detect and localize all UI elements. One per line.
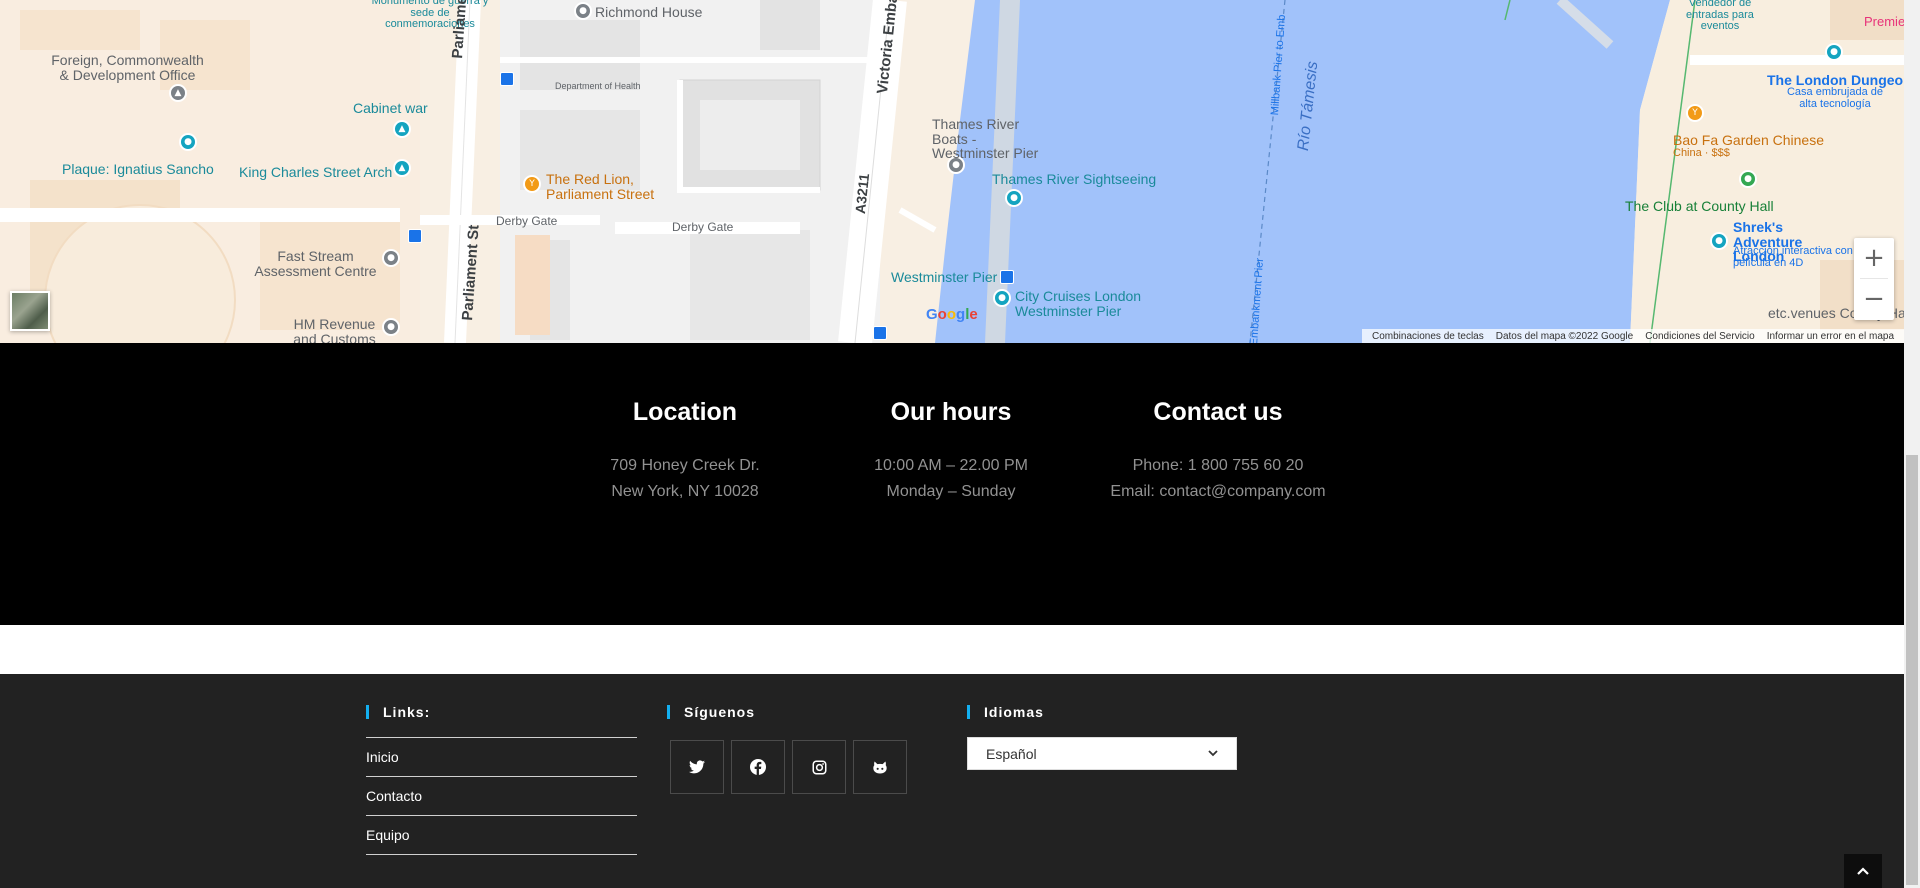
facebook-button[interactable]	[731, 740, 785, 794]
satellite-toggle-button[interactable]	[10, 291, 50, 331]
map-label-thames-sightseeing: Thames River Sightseeing	[992, 171, 1157, 187]
contact-phone[interactable]: Phone: 1 800 755 60 20	[1088, 453, 1348, 479]
map-attribution: Combinaciones de teclas Datos del mapa ©…	[1362, 329, 1904, 343]
map-label-derby-gate-1: Derby Gate	[496, 214, 558, 228]
contact-email[interactable]: Email: contact@company.com	[1088, 479, 1348, 505]
map-label-monument: Monumento de guerra y sede de conmemorac…	[371, 0, 489, 31]
foreign-office-pin[interactable]: ▲	[169, 84, 187, 102]
language-selected-value: Español	[986, 745, 1037, 762]
map-label-fast-stream: Fast Stream Assessment Centre	[254, 248, 377, 279]
contact-column: Contact us Phone: 1 800 755 60 20 Email:…	[1088, 398, 1348, 505]
shrek-pin[interactable]: ●	[1710, 232, 1728, 250]
footer-link-contacto[interactable]: Contacto	[366, 777, 637, 815]
map-label-king-charles: King Charles Street Arch	[239, 164, 393, 180]
location-title: Location	[632, 398, 738, 426]
map-label-plaque: Plaque: Ignatius Sancho	[62, 161, 214, 177]
github-icon	[873, 761, 887, 773]
bao-fa-pin[interactable]: Y	[1686, 104, 1704, 122]
map-label-london-dungeon-sub: Casa embrujada de alta tecnología	[1786, 86, 1883, 110]
red-lion-pin[interactable]: Y	[523, 175, 541, 193]
info-section: Location 709 Honey Creek Dr. New York, N…	[0, 343, 1904, 625]
social-widget-title: Síguenos	[667, 704, 755, 720]
pier-stop-icon	[1000, 270, 1014, 284]
map-label-city-cruises: City Cruises London Westminster Pier	[1015, 288, 1142, 319]
bus-stop-icon	[873, 326, 887, 340]
map-label-vendor: Vendedor de entradas para eventos	[1686, 0, 1754, 33]
map-label-premier: Premie	[1864, 14, 1904, 29]
github-button[interactable]	[853, 740, 907, 794]
hours-column: Our hours 10:00 AM – 22.00 PM Monday – S…	[821, 398, 1081, 505]
twitter-icon	[689, 760, 705, 774]
london-dungeon-pin[interactable]: ●	[1825, 43, 1843, 61]
facebook-icon	[750, 759, 766, 775]
club-county-pin[interactable]: ●	[1739, 170, 1757, 188]
map-label-shrek-sub: Atracción interactiva con película en 4D	[1733, 245, 1853, 269]
scrollbar-thumb[interactable]	[1906, 455, 1918, 885]
location-address-line2: New York, NY 10028	[611, 483, 759, 500]
links-list: Inicio Contacto Equipo	[366, 737, 637, 855]
zoom-in-button[interactable]: +	[1854, 238, 1894, 278]
language-select[interactable]: Español	[967, 737, 1237, 770]
hours-days: Monday – Sunday	[886, 483, 1016, 500]
location-column: Location 709 Honey Creek Dr. New York, N…	[555, 398, 815, 505]
contact-title: Contact us	[1153, 398, 1283, 426]
footer-link-equipo[interactable]: Equipo	[366, 816, 637, 854]
map-label-club-county: The Club at County Hall	[1625, 198, 1774, 214]
instagram-button[interactable]	[792, 740, 846, 794]
map-label-foreign-office: Foreign, Commonwealth & Development Offi…	[51, 52, 204, 83]
plaque-pin[interactable]: ●	[179, 133, 197, 151]
links-widget-title: Links:	[366, 704, 430, 720]
list-divider	[366, 854, 637, 855]
map-label-cabinet-war: Cabinet war	[353, 100, 428, 116]
chevron-down-icon	[1208, 750, 1218, 757]
king-charles-pin[interactable]: ▲	[393, 159, 411, 177]
location-address-line1: 709 Honey Creek Dr.	[610, 457, 760, 474]
terms-link[interactable]: Condiciones del Servicio	[1639, 331, 1761, 342]
hm-revenue-pin[interactable]: ●	[382, 318, 400, 336]
zoom-out-button[interactable]: −	[1854, 279, 1894, 319]
hours-time: 10:00 AM – 22.00 PM	[874, 457, 1028, 474]
map-label-westminster-pier: Westminster Pier	[891, 269, 998, 285]
map-label-richmond-house: Richmond House	[595, 4, 703, 20]
thames-sightseeing-pin[interactable]: ●	[1005, 189, 1023, 207]
bus-stop-icon	[408, 229, 422, 243]
map-data-text: Datos del mapa ©2022 Google	[1495, 330, 1634, 342]
keyboard-shortcuts-link[interactable]: Combinaciones de teclas	[1366, 331, 1490, 342]
footer-link-inicio[interactable]: Inicio	[366, 738, 637, 776]
zoom-controls: + −	[1854, 238, 1894, 320]
map-label-department-health: Department of Health	[555, 81, 641, 91]
google-logo[interactable]: Google	[926, 306, 978, 323]
map-label-hm-revenue: HM Revenue and Customs	[293, 316, 376, 343]
map-label-red-lion: The Red Lion, Parliament Street	[546, 171, 655, 202]
twitter-button[interactable]	[670, 740, 724, 794]
languages-widget-title: Idiomas	[967, 704, 1044, 720]
map-label-bao-fa-sub: China · $$$	[1673, 147, 1730, 159]
fast-stream-pin[interactable]: ●	[382, 249, 400, 267]
instagram-icon	[812, 760, 826, 774]
footer-widgets: Links: Inicio Contacto Equipo Síguenos I…	[0, 674, 1904, 888]
report-error-link[interactable]: Informar un error en el mapa	[1761, 331, 1900, 342]
richmond-house-pin[interactable]: ●	[574, 2, 592, 20]
map-label-thames-boats: Thames River Boats - Westminster Pier	[932, 116, 1039, 162]
chevron-up-icon	[1857, 867, 1869, 875]
city-cruises-pin[interactable]: ●	[993, 289, 1011, 307]
bus-stop-icon	[500, 72, 514, 86]
back-to-top-button[interactable]	[1844, 854, 1882, 888]
map-label-bao-fa: Bao Fa Garden Chinese	[1673, 132, 1824, 148]
map-label-derby-gate-2: Derby Gate	[672, 220, 734, 234]
page-scrollbar[interactable]	[1904, 0, 1920, 888]
cabinet-war-pin[interactable]: ▲	[393, 120, 411, 138]
embedded-map[interactable]: ● ▲ ▲ ● ▲ Y ● ● ● ● ● ● Y ● ● Monumento …	[0, 0, 1904, 343]
hours-title: Our hours	[890, 398, 1012, 426]
